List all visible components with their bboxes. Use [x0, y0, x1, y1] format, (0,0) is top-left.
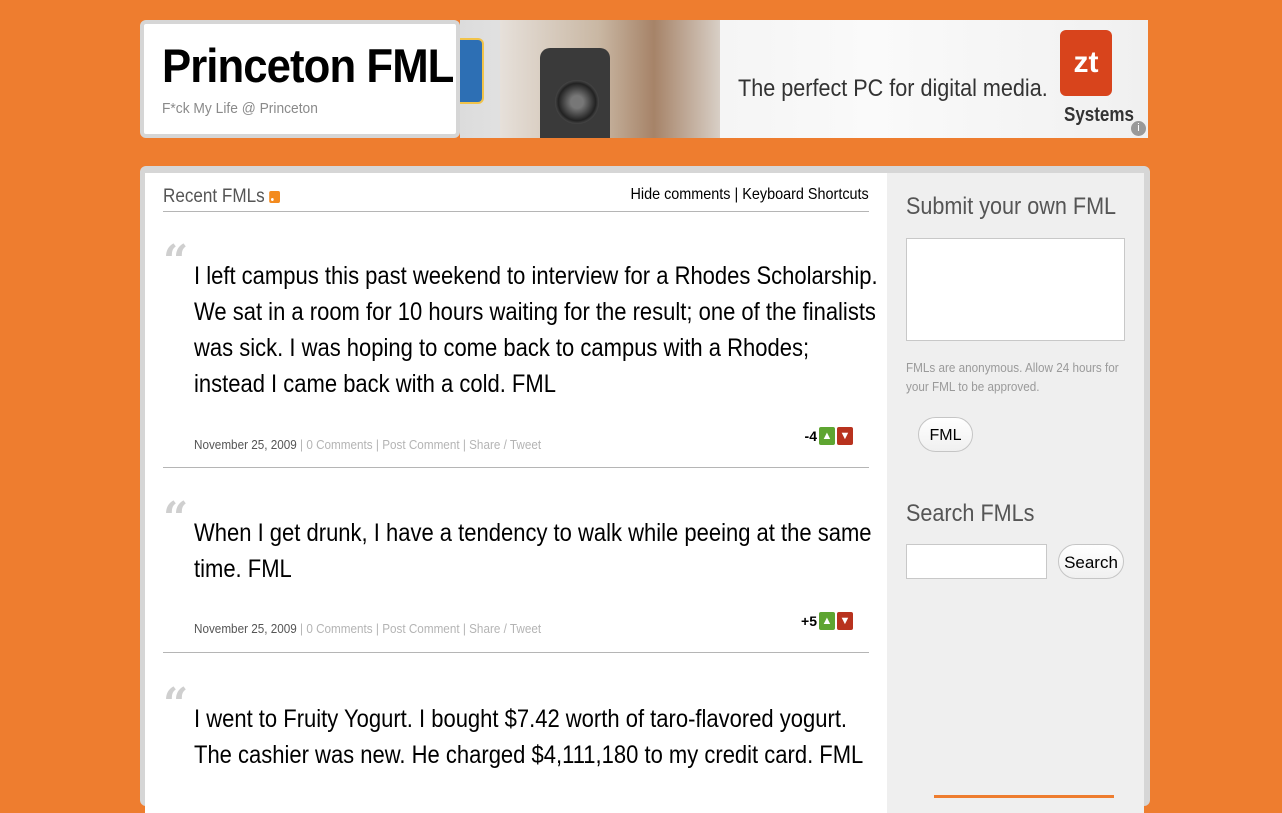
share-link[interactable]: Share / Tweet [469, 437, 541, 452]
post-meta: November 25, 2009 | 0 Comments | Post Co… [194, 437, 542, 452]
ad-tagline: The perfect PC for digital media. [738, 75, 1048, 102]
vote-controls: -4 ▲ ▼ [805, 427, 853, 445]
post-text: I went to Fruity Yogurt. I bought $7.42 … [194, 705, 864, 769]
thumbs-down-icon[interactable]: ▼ [837, 612, 853, 630]
ad-banner[interactable]: The perfect PC for digital media. zt Sys… [460, 20, 1148, 138]
link-separator: | [730, 186, 743, 203]
search-button[interactable]: Search [1058, 544, 1124, 579]
submit-textarea[interactable] [906, 238, 1125, 341]
share-link[interactable]: Share / Tweet [469, 621, 541, 636]
post-item: “ I went to Fruity Yogurt. I bought $7.4… [163, 679, 869, 798]
site-title[interactable]: Princeton FML [162, 38, 454, 93]
post-divider [163, 467, 869, 468]
site-tagline: F*ck My Life @ Princeton [162, 100, 318, 117]
vote-controls: +5 ▲ ▼ [801, 612, 853, 630]
hide-comments-link[interactable]: Hide comments [631, 186, 731, 203]
comments-link[interactable]: 0 Comments [306, 437, 372, 452]
rss-icon[interactable] [269, 191, 280, 203]
site-header: Princeton FML F*ck My Life @ Princeton [140, 20, 460, 138]
feed-heading: Recent FMLs [163, 186, 280, 208]
post-text: I left campus this past weekend to inter… [194, 262, 878, 398]
submit-note: FMLs are anonymous. Allow 24 hours for y… [906, 360, 1119, 394]
ad-intel-badge [460, 38, 484, 104]
search-input[interactable] [906, 544, 1047, 579]
search-heading: Search FMLs [906, 500, 1035, 527]
thumbs-down-icon[interactable]: ▼ [837, 427, 853, 445]
quote-icon: “ [163, 493, 189, 544]
thumbs-up-icon[interactable]: ▲ [819, 612, 835, 630]
quote-icon: “ [163, 679, 189, 730]
vote-score: +5 [801, 613, 817, 629]
ad-logo: zt [1060, 30, 1112, 96]
ad-info-icon[interactable]: i [1131, 121, 1146, 136]
ad-logo-text: Systems [1064, 104, 1134, 126]
submit-fml-button[interactable]: FML [918, 417, 973, 452]
post-divider [163, 652, 869, 653]
post-text: When I get drunk, I have a tendency to w… [194, 519, 872, 583]
keyboard-shortcuts-link[interactable]: Keyboard Shortcuts [743, 186, 869, 203]
post-item: “ I left campus this past weekend to int… [163, 236, 878, 468]
post-date: November 25, 2009 [194, 437, 297, 452]
feed-heading-divider [163, 211, 869, 212]
post-comment-link[interactable]: Post Comment [382, 621, 459, 636]
submit-heading: Submit your own FML [906, 193, 1117, 220]
ad-photo [500, 20, 720, 138]
post-item: “ When I get drunk, I have a tendency to… [163, 493, 872, 653]
feed-heading-label: Recent FMLs [163, 186, 265, 207]
ad-camera-lens [555, 80, 599, 124]
quote-icon: “ [163, 236, 189, 287]
comments-link[interactable]: 0 Comments [306, 621, 372, 636]
post-meta: November 25, 2009 | 0 Comments | Post Co… [194, 621, 542, 636]
post-comment-link[interactable]: Post Comment [382, 437, 459, 452]
post-date: November 25, 2009 [194, 621, 297, 636]
thumbs-up-icon[interactable]: ▲ [819, 427, 835, 445]
vote-score: -4 [804, 428, 817, 444]
feed-links: Hide comments | Keyboard Shortcuts [631, 186, 869, 204]
